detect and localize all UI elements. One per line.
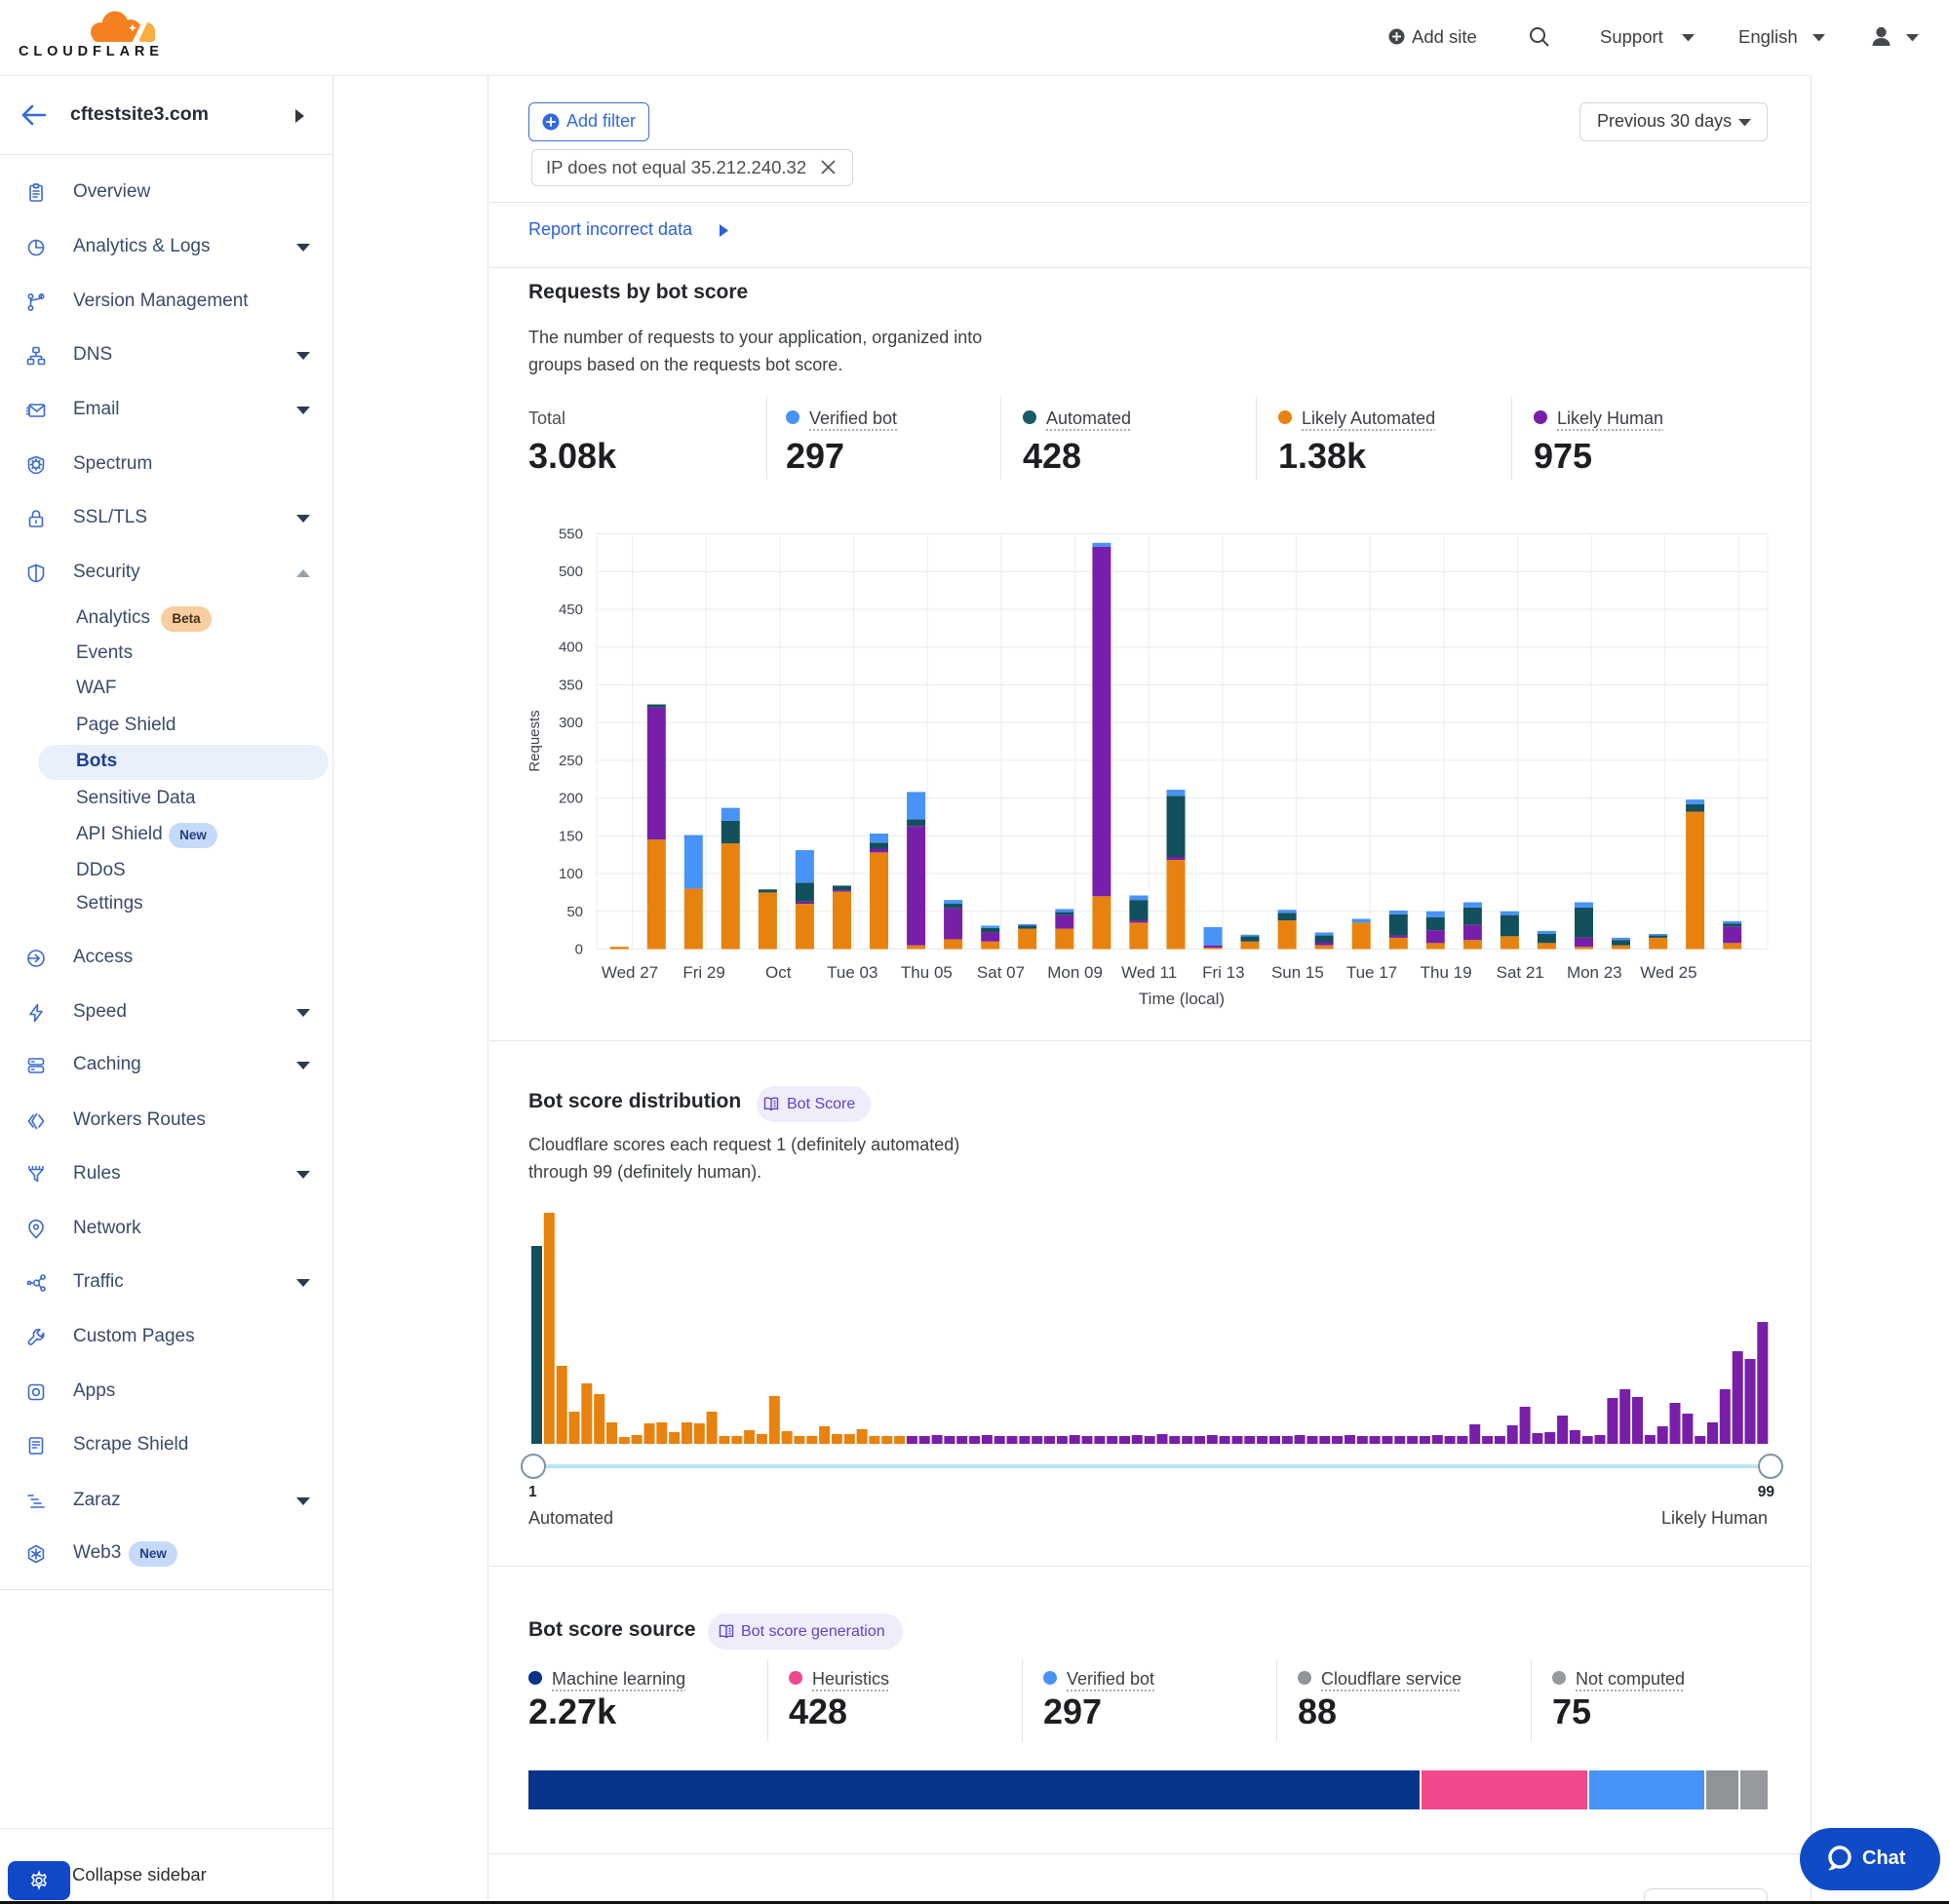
svg-text:50: 50 <box>566 904 583 920</box>
svg-text:100: 100 <box>559 866 583 882</box>
svg-text:300: 300 <box>559 715 583 731</box>
svg-text:Requests: Requests <box>526 710 543 771</box>
svg-text:400: 400 <box>559 640 583 656</box>
svg-text:Fri 13: Fri 13 <box>1202 963 1244 982</box>
svg-text:Wed 25: Wed 25 <box>1640 963 1696 982</box>
svg-text:Thu 19: Thu 19 <box>1421 963 1472 982</box>
svg-text:500: 500 <box>559 563 583 580</box>
svg-text:Sat 07: Sat 07 <box>977 963 1025 982</box>
svg-text:Sun 15: Sun 15 <box>1271 963 1324 982</box>
svg-text:0: 0 <box>575 942 583 958</box>
svg-text:Mon 23: Mon 23 <box>1567 963 1622 982</box>
svg-text:Tue 17: Tue 17 <box>1346 963 1397 982</box>
svg-text:150: 150 <box>559 828 583 844</box>
svg-text:Tue 03: Tue 03 <box>827 963 877 982</box>
svg-text:Wed 27: Wed 27 <box>602 963 658 982</box>
svg-text:250: 250 <box>559 753 583 769</box>
svg-text:200: 200 <box>559 791 583 807</box>
svg-text:Wed 11: Wed 11 <box>1121 963 1177 982</box>
svg-text:Thu 05: Thu 05 <box>901 963 953 982</box>
svg-text:450: 450 <box>559 602 583 618</box>
svg-text:Sat 21: Sat 21 <box>1497 963 1544 982</box>
svg-text:Oct: Oct <box>765 963 792 982</box>
svg-text:Time (local): Time (local) <box>1139 990 1225 1008</box>
svg-text:550: 550 <box>559 526 583 543</box>
svg-text:350: 350 <box>559 677 583 693</box>
svg-text:Fri 29: Fri 29 <box>682 963 724 982</box>
svg-text:Mon 09: Mon 09 <box>1047 963 1103 982</box>
